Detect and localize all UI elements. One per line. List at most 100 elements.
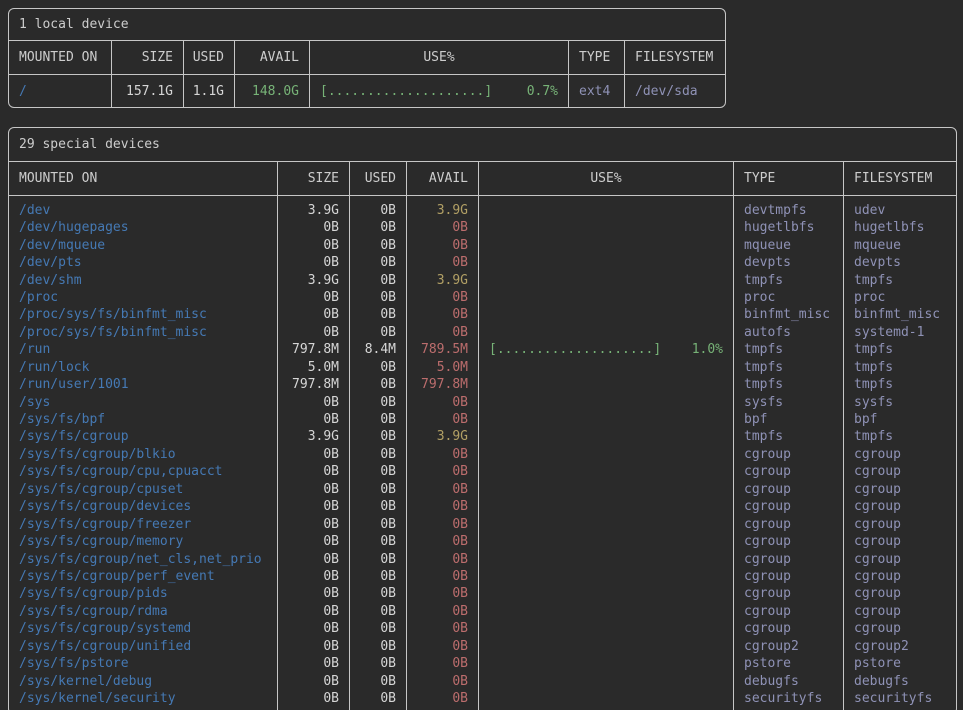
filesystem-cell: devpts xyxy=(843,254,957,271)
usage-bar: [....................] xyxy=(489,342,661,357)
avail-cell: 0B xyxy=(406,620,478,637)
used-cell: 0B xyxy=(349,428,406,445)
type-cell: ext4 xyxy=(568,75,624,107)
type-cell: sysfs xyxy=(733,393,843,410)
usage-bar-cell xyxy=(478,428,733,445)
filesystem-cell: cgroup xyxy=(843,620,957,637)
used-cell: 0B xyxy=(349,533,406,550)
used-cell: 0B xyxy=(349,376,406,393)
usage-bar-cell xyxy=(478,550,733,567)
filesystem-cell: mqueue xyxy=(843,236,957,253)
usage-bar-cell xyxy=(478,376,733,393)
filesystem-cell: securityfs xyxy=(843,690,957,710)
filesystem-cell: cgroup xyxy=(843,550,957,567)
filesystem-row: /proc/sys/fs/binfmt_misc0B0B0Bautofssyst… xyxy=(9,324,956,341)
used-cell: 0B xyxy=(349,638,406,655)
mount-point-cell: /dev/shm xyxy=(9,271,277,288)
avail-cell: 0B xyxy=(406,324,478,341)
filesystem-row: /sys/fs/cgroup/unified0B0B0Bcgroup2cgrou… xyxy=(9,638,956,655)
avail-cell: 5.0M xyxy=(406,359,478,376)
size-cell: 3.9G xyxy=(277,196,349,219)
used-cell: 0B xyxy=(349,271,406,288)
local-devices-table: 1 local device MOUNTED ON SIZE USED AVAI… xyxy=(8,8,726,108)
size-cell: 157.1G xyxy=(111,75,183,107)
type-cell: tmpfs xyxy=(733,428,843,445)
avail-cell: 0B xyxy=(406,411,478,428)
filesystem-row: /sys/fs/cgroup/rdma0B0B0Bcgroupcgroup xyxy=(9,603,956,620)
avail-cell: 148.0G xyxy=(234,75,309,107)
usage-bar-cell xyxy=(478,196,733,219)
size-cell: 0B xyxy=(277,550,349,567)
mount-point-cell: /proc/sys/fs/binfmt_misc xyxy=(9,306,277,323)
usage-bar-cell xyxy=(478,568,733,585)
mount-point-cell: / xyxy=(9,75,111,107)
filesystem-row: /sys/fs/cgroup/systemd0B0B0Bcgroupcgroup xyxy=(9,620,956,637)
mount-point-cell: /sys/fs/cgroup/blkio xyxy=(9,446,277,463)
header-use-percent: USE% xyxy=(309,41,568,74)
special-table-header: MOUNTED ON SIZE USED AVAIL USE% TYPE FIL… xyxy=(9,161,956,196)
header-size: SIZE xyxy=(111,41,183,74)
special-table-body: /dev3.9G0B3.9Gdevtmpfsudev/dev/hugepages… xyxy=(9,196,956,710)
filesystem-cell: hugetlbfs xyxy=(843,219,957,236)
filesystem-row: /sys/fs/cgroup/freezer0B0B0Bcgroupcgroup xyxy=(9,515,956,532)
filesystem-row: /sys/fs/cgroup/perf_event0B0B0Bcgroupcgr… xyxy=(9,568,956,585)
type-cell: cgroup xyxy=(733,515,843,532)
type-cell: cgroup xyxy=(733,533,843,550)
header-used: USED xyxy=(349,162,406,195)
filesystem-row: /sys/kernel/debug0B0B0Bdebugfsdebugfs xyxy=(9,672,956,689)
filesystem-row: /proc0B0B0Bprocproc xyxy=(9,289,956,306)
filesystem-cell: tmpfs xyxy=(843,341,957,358)
usage-bar-cell xyxy=(478,585,733,602)
avail-cell: 3.9G xyxy=(406,428,478,445)
mount-point-cell: /run/user/1001 xyxy=(9,376,277,393)
filesystem-row: /sys/fs/cgroup/net_cls,net_prio0B0B0Bcgr… xyxy=(9,550,956,567)
header-used: USED xyxy=(183,41,234,74)
type-cell: cgroup xyxy=(733,446,843,463)
header-avail: AVAIL xyxy=(234,41,309,74)
type-cell: devpts xyxy=(733,254,843,271)
filesystem-cell: cgroup xyxy=(843,603,957,620)
usage-bar-cell xyxy=(478,324,733,341)
used-cell: 0B xyxy=(349,306,406,323)
usage-bar-cell: [....................]1.0% xyxy=(478,341,733,358)
avail-cell: 0B xyxy=(406,236,478,253)
usage-bar-cell xyxy=(478,620,733,637)
special-devices-table: 29 special devices MOUNTED ON SIZE USED … xyxy=(8,127,957,710)
type-cell: autofs xyxy=(733,324,843,341)
mount-point-cell: /run/lock xyxy=(9,359,277,376)
mount-point-cell: /proc/sys/fs/binfmt_misc xyxy=(9,324,277,341)
usage-bar-cell xyxy=(478,254,733,271)
type-cell: tmpfs xyxy=(733,271,843,288)
mount-point-cell: /sys/fs/cgroup/freezer xyxy=(9,515,277,532)
mount-point-cell: /sys/fs/cgroup/unified xyxy=(9,638,277,655)
avail-cell: 0B xyxy=(406,498,478,515)
avail-cell: 0B xyxy=(406,446,478,463)
type-cell: cgroup xyxy=(733,568,843,585)
size-cell: 0B xyxy=(277,533,349,550)
type-cell: binfmt_misc xyxy=(733,306,843,323)
filesystem-cell: debugfs xyxy=(843,672,957,689)
type-cell: tmpfs xyxy=(733,376,843,393)
filesystem-cell: tmpfs xyxy=(843,359,957,376)
size-cell: 0B xyxy=(277,324,349,341)
mount-point-cell: /sys/fs/cgroup/systemd xyxy=(9,620,277,637)
used-cell: 0B xyxy=(349,585,406,602)
size-cell: 3.9G xyxy=(277,271,349,288)
mount-point-cell: /sys/fs/cgroup/rdma xyxy=(9,603,277,620)
type-cell: cgroup xyxy=(733,620,843,637)
avail-cell: 3.9G xyxy=(406,271,478,288)
header-mounted-on: MOUNTED ON xyxy=(9,162,277,195)
avail-cell: 789.5M xyxy=(406,341,478,358)
avail-cell: 0B xyxy=(406,655,478,672)
avail-cell: 0B xyxy=(406,393,478,410)
filesystem-cell: bpf xyxy=(843,411,957,428)
used-cell: 0B xyxy=(349,672,406,689)
used-cell: 0B xyxy=(349,481,406,498)
used-cell: 0B xyxy=(349,620,406,637)
usage-bar-cell xyxy=(478,638,733,655)
filesystem-row: /sys/kernel/security0B0B0Bsecurityfssecu… xyxy=(9,690,956,710)
avail-cell: 0B xyxy=(406,254,478,271)
mount-point-cell: /sys/fs/cgroup/perf_event xyxy=(9,568,277,585)
filesystem-cell: cgroup xyxy=(843,533,957,550)
type-cell: cgroup xyxy=(733,481,843,498)
